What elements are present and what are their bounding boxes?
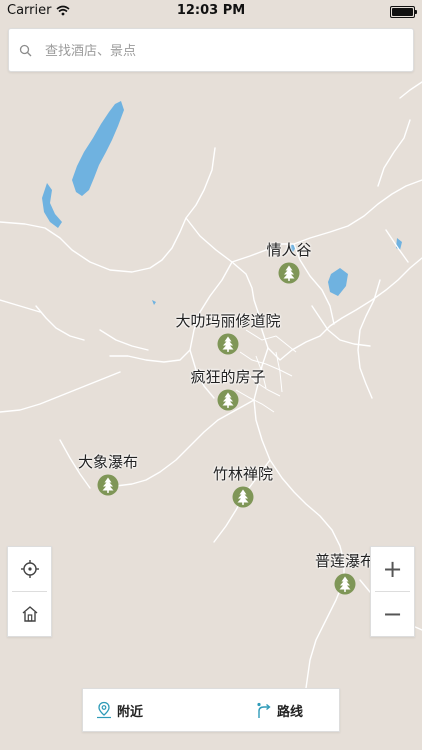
zoom-controls: + − — [370, 546, 415, 637]
poi-domaine-de-marie[interactable]: 大叻玛丽修道院 — [168, 311, 288, 355]
poi-label: 大象瀑布 — [77, 453, 138, 471]
nearby-label: 附近 — [117, 704, 144, 720]
tree-icon — [217, 389, 239, 411]
tree-icon — [232, 486, 254, 508]
tree-icon — [334, 573, 356, 595]
home-button[interactable] — [8, 592, 51, 636]
location-pin-icon — [97, 701, 111, 719]
poi-elephant-falls[interactable]: 大象瀑布 — [48, 452, 168, 496]
poi-crazy-house[interactable]: 疯狂的房子 — [168, 367, 288, 411]
tree-icon — [217, 333, 239, 355]
search-bar[interactable] — [8, 28, 414, 72]
poi-label: 情人谷 — [266, 241, 312, 259]
route-icon — [257, 702, 271, 718]
plus-icon: + — [382, 555, 403, 583]
poi-lovers-valley[interactable]: 情人谷 — [229, 240, 349, 284]
battery-icon — [390, 6, 417, 18]
bottom-action-bar: 附近 路线 — [82, 688, 340, 732]
home-icon — [22, 606, 37, 622]
search-input[interactable] — [43, 37, 407, 65]
poi-label: 大叻玛丽修道院 — [175, 312, 281, 330]
tree-icon — [278, 262, 300, 284]
poi-label: 竹林禅院 — [212, 465, 273, 483]
locate-button[interactable] — [8, 547, 51, 591]
route-button[interactable]: 路线 — [255, 689, 303, 731]
tree-icon — [97, 474, 119, 496]
nearby-button[interactable]: 附近 — [95, 689, 143, 731]
zoom-out-button[interactable]: − — [371, 592, 414, 636]
poi-bamboo-monastery[interactable]: 竹林禅院 — [183, 464, 303, 508]
poi-label: 疯狂的房子 — [190, 368, 266, 386]
zoom-in-button[interactable]: + — [371, 547, 414, 591]
route-label: 路线 — [277, 704, 304, 720]
map-left-controls — [7, 546, 52, 637]
status-bar: Carrier 12:03 PM — [0, 0, 422, 22]
crosshair-icon — [20, 560, 39, 578]
minus-icon: − — [382, 600, 403, 628]
search-icon — [19, 44, 32, 57]
clock: 12:03 PM — [176, 3, 246, 18]
